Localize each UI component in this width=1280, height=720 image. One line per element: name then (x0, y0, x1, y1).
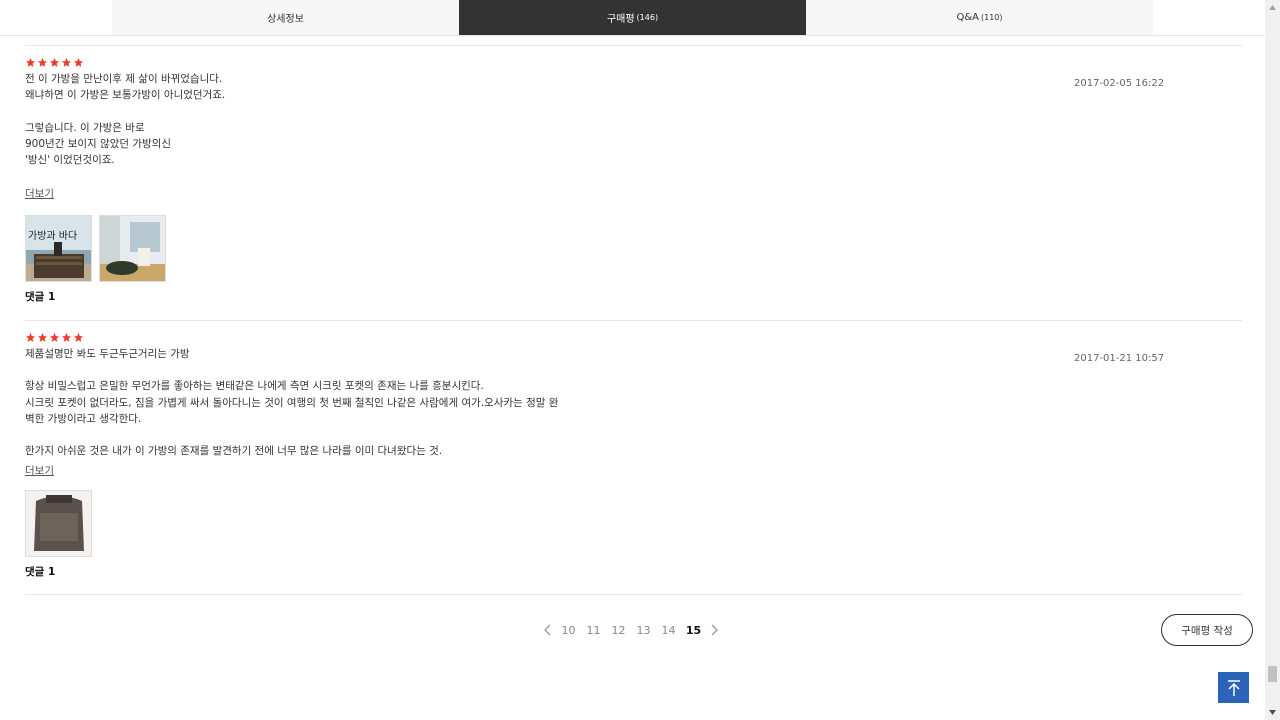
tab-count: (146) (636, 13, 659, 22)
write-review-button[interactable]: 구매평 작성 (1161, 614, 1253, 646)
page-number[interactable]: 14 (656, 624, 681, 637)
star-icon (49, 57, 60, 67)
scrollbar-thumb[interactable] (1268, 666, 1277, 682)
star-icon (73, 332, 84, 342)
tab-label: Q&A (956, 12, 979, 23)
review-text: 제품설명만 봐도 두근두근거리는 가방 항상 비밀스럽고 은밀한 무언가를 좋아… (25, 348, 559, 458)
review-photo[interactable]: 가방과 바다 (25, 215, 92, 283)
tab-label: 상세정보 (267, 14, 304, 25)
tab-qna[interactable]: Q&A (110) (806, 0, 1153, 35)
review-text: 전 이 가방을 만난이후 제 삶이 바뀌었습니다. 왜냐하면 이 가방은 보통가… (25, 73, 226, 167)
tabs-divider (0, 35, 1265, 36)
comment-count[interactable]: 댓글 1 (25, 289, 1242, 304)
review-item: 제품설명만 봐도 두근두근거리는 가방 항상 비밀스럽고 은밀한 무언가를 좋아… (25, 320, 1242, 594)
page-number[interactable]: 10 (556, 624, 581, 637)
review-photo[interactable] (99, 215, 166, 283)
star-icon (37, 57, 48, 67)
review-photos: 가방과 바다 (25, 215, 1242, 283)
chevron-left-icon (544, 624, 551, 636)
review-date: 2017-01-21 10:57 (1074, 353, 1165, 364)
more-link[interactable]: 더보기 (25, 463, 54, 478)
list-divider (25, 594, 1242, 595)
star-rating (25, 332, 1242, 344)
current-page-number[interactable]: 15 (681, 624, 706, 637)
star-icon (25, 57, 36, 67)
review-date: 2017-02-05 16:22 (1074, 78, 1165, 89)
scroll-up-arrow[interactable] (1265, 0, 1280, 15)
comment-count[interactable]: 댓글 1 (25, 564, 1242, 579)
tab-label: 구매평 (606, 14, 635, 25)
scroll-to-top-button[interactable] (1218, 672, 1249, 703)
review-list: 전 이 가방을 만난이후 제 삶이 바뀌었습니다. 왜냐하면 이 가방은 보통가… (25, 45, 1242, 594)
tab-reviews[interactable]: 구매평 (146) (459, 0, 806, 35)
scroll-down-arrow[interactable] (1265, 705, 1280, 720)
star-icon (61, 332, 72, 342)
review-item: 전 이 가방을 만난이후 제 삶이 바뀌었습니다. 왜냐하면 이 가방은 보통가… (25, 45, 1242, 320)
page-number[interactable]: 13 (631, 624, 656, 637)
pagination: 10 11 12 13 14 15 (540, 622, 722, 638)
more-link[interactable]: 더보기 (25, 186, 54, 201)
star-icon (49, 332, 60, 342)
arrow-up-icon (1227, 679, 1240, 696)
photo-caption: 가방과 바다 (28, 231, 78, 243)
review-tabs: 상세정보 구매평 (146) Q&A (110) (112, 0, 1154, 35)
tab-count: (110) (981, 13, 1003, 22)
review-photos (25, 490, 1242, 558)
star-icon (25, 332, 36, 342)
star-icon (37, 332, 48, 342)
next-page-button[interactable] (706, 622, 722, 638)
scrollbar[interactable] (1265, 0, 1280, 720)
review-photo[interactable] (25, 490, 92, 558)
star-icon (73, 57, 84, 67)
page-number[interactable]: 11 (581, 624, 606, 637)
prev-page-button[interactable] (540, 622, 556, 638)
chevron-right-icon (711, 624, 718, 636)
tab-detail-info[interactable]: 상세정보 (112, 0, 459, 35)
star-icon (61, 57, 72, 67)
page-number[interactable]: 12 (606, 624, 631, 637)
star-rating (25, 57, 1242, 69)
